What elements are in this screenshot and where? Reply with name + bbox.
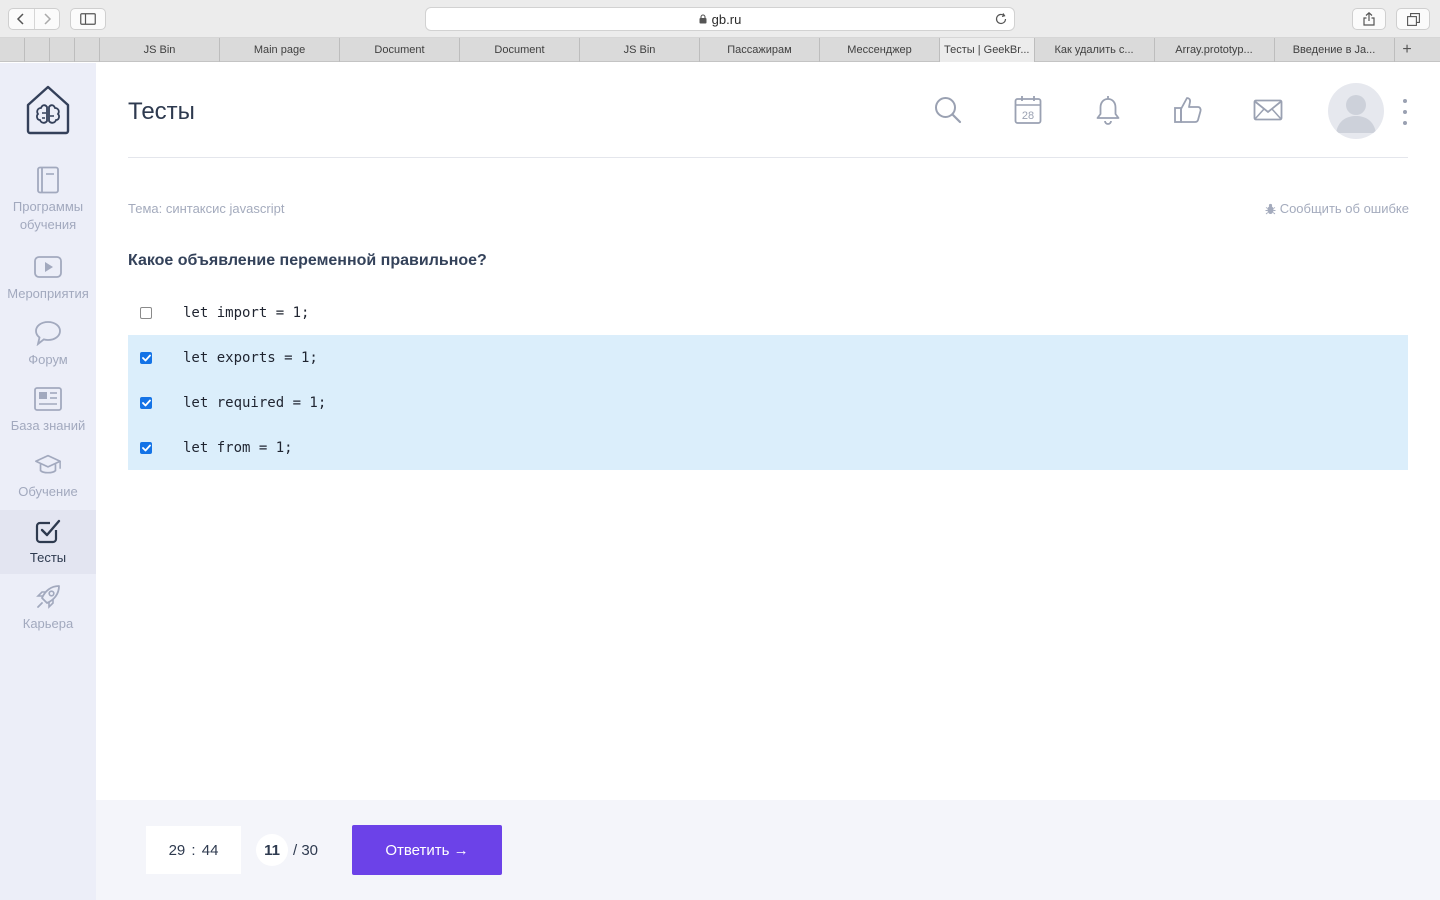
browser-tab[interactable]: Main page	[220, 38, 340, 62]
chevron-right-icon	[44, 13, 51, 25]
browser-tab[interactable]: JS Bin	[580, 38, 700, 62]
page-title: Тесты	[128, 98, 195, 125]
share-button[interactable]	[1352, 8, 1386, 30]
newspaper-icon	[34, 385, 62, 413]
checkbox-icon	[34, 517, 62, 545]
sidebar: Программы обучения Мероприятия Форум Баз…	[0, 63, 96, 900]
search-icon[interactable]	[931, 93, 965, 127]
report-error-link[interactable]: Сообщить об ошибке	[1265, 201, 1409, 216]
sidebar-item-label: Форум	[28, 352, 68, 367]
geekbrains-logo-icon[interactable]	[24, 83, 72, 137]
browser-tab[interactable]: Введение в Ja...	[1275, 38, 1395, 62]
browser-tab[interactable]	[50, 38, 75, 62]
new-tab-button[interactable]: +	[1395, 38, 1420, 62]
answer-code: let exports = 1;	[183, 349, 318, 366]
browser-tab[interactable]: Array.prototyp...	[1155, 38, 1275, 62]
question-text: Какое объявление переменной правильное?	[128, 252, 487, 269]
rocket-icon	[34, 583, 62, 611]
bug-icon	[1265, 203, 1276, 215]
forward-button[interactable]	[33, 9, 60, 29]
browser-tab[interactable]	[25, 38, 50, 62]
browser-tab[interactable]: Мессенджер	[820, 38, 940, 62]
history-nav	[8, 8, 60, 30]
answer-checkbox-checked[interactable]	[140, 441, 152, 454]
report-error-label: Сообщить об ошибке	[1279, 201, 1409, 216]
sidebar-item-label: Карьера	[22, 616, 74, 631]
browser-tab[interactable]: Как удалить с...	[1035, 38, 1155, 62]
sidebar-icon	[80, 13, 96, 25]
tab-overview-button[interactable]	[1396, 8, 1430, 30]
answer-list: let import = 1; let exports = 1; let requi…	[128, 290, 1408, 470]
sidebar-item-events[interactable]: Мероприятия	[0, 253, 96, 303]
sidebar-item-knowledge-base[interactable]: База знаний	[0, 385, 96, 435]
question-counter: 11 / 30	[256, 834, 318, 866]
header-divider	[128, 157, 1408, 158]
browser-tab[interactable]: Пассажирам	[700, 38, 820, 62]
browser-tab[interactable]	[75, 38, 100, 62]
url-text: gb.ru	[711, 11, 742, 27]
current-question-number: 11	[256, 834, 288, 866]
sidebar-item-learning[interactable]: Обучение	[0, 451, 96, 501]
browser-toolbar: gb.ru	[0, 0, 1440, 38]
sidebar-item-programs[interactable]: Программы обучения	[0, 166, 96, 234]
browser-tab[interactable]: JS Bin	[100, 38, 220, 62]
calendar-icon[interactable]: 28	[1011, 93, 1045, 127]
answer-option[interactable]: let import = 1;	[128, 290, 1408, 335]
sidebar-item-tests[interactable]: Тесты	[0, 510, 96, 574]
answer-checkbox-checked[interactable]	[140, 351, 152, 364]
tab-active[interactable]: Тесты | GeekBr...	[940, 38, 1035, 62]
sidebar-item-label: Мероприятия	[7, 286, 89, 301]
bell-icon[interactable]	[1091, 93, 1125, 127]
share-icon	[1363, 12, 1375, 26]
sidebar-item-forum[interactable]: Форум	[0, 319, 96, 369]
answer-code: let required = 1;	[183, 394, 327, 411]
lock-icon	[699, 14, 707, 24]
tab-overview-icon	[1406, 12, 1420, 26]
sidebar-toggle-button[interactable]	[70, 8, 106, 30]
user-placeholder-icon	[1336, 95, 1376, 133]
timer: 29 : 44	[146, 826, 241, 874]
address-bar[interactable]: gb.ru	[425, 7, 1015, 31]
browser-tab[interactable]	[0, 38, 25, 62]
reload-icon[interactable]	[994, 12, 1008, 29]
sidebar-item-label: Тесты	[29, 550, 67, 565]
answer-checkbox-checked[interactable]	[140, 396, 152, 409]
sidebar-item-label: Обучение	[18, 484, 78, 499]
avatar[interactable]	[1328, 83, 1384, 139]
sidebar-item-label: Программы обучения	[12, 199, 84, 232]
back-button[interactable]	[9, 9, 34, 29]
answer-code: let from = 1;	[183, 439, 293, 456]
graduation-cap-icon	[34, 451, 62, 479]
chat-bubble-icon	[34, 319, 62, 347]
sidebar-item-career[interactable]: Карьера	[0, 583, 96, 633]
browser-tab[interactable]: Document	[340, 38, 460, 62]
tab-bar: JS Bin Main page Document Document JS Bin Пас…	[0, 38, 1440, 62]
answer-option[interactable]: let from = 1;	[128, 425, 1408, 470]
thumbs-up-icon[interactable]	[1171, 93, 1205, 127]
answer-option[interactable]: let exports = 1;	[128, 335, 1408, 380]
mail-icon[interactable]	[1251, 93, 1285, 127]
play-icon	[34, 253, 62, 281]
answer-code: let import = 1;	[183, 304, 310, 321]
more-icon[interactable]	[1399, 99, 1411, 125]
total-questions: / 30	[293, 841, 319, 859]
browser-tab[interactable]: Document	[460, 38, 580, 62]
answer-checkbox[interactable]	[140, 306, 152, 319]
test-topic: Тема: синтаксис javascript	[128, 201, 285, 216]
calendar-day: 28	[1022, 110, 1034, 122]
answer-option[interactable]: let required = 1;	[128, 380, 1408, 425]
sidebar-item-label: База знаний	[10, 418, 86, 433]
submit-answer-button[interactable]: Ответить →	[352, 825, 502, 875]
book-icon	[34, 166, 62, 194]
chevron-left-icon	[17, 13, 24, 25]
